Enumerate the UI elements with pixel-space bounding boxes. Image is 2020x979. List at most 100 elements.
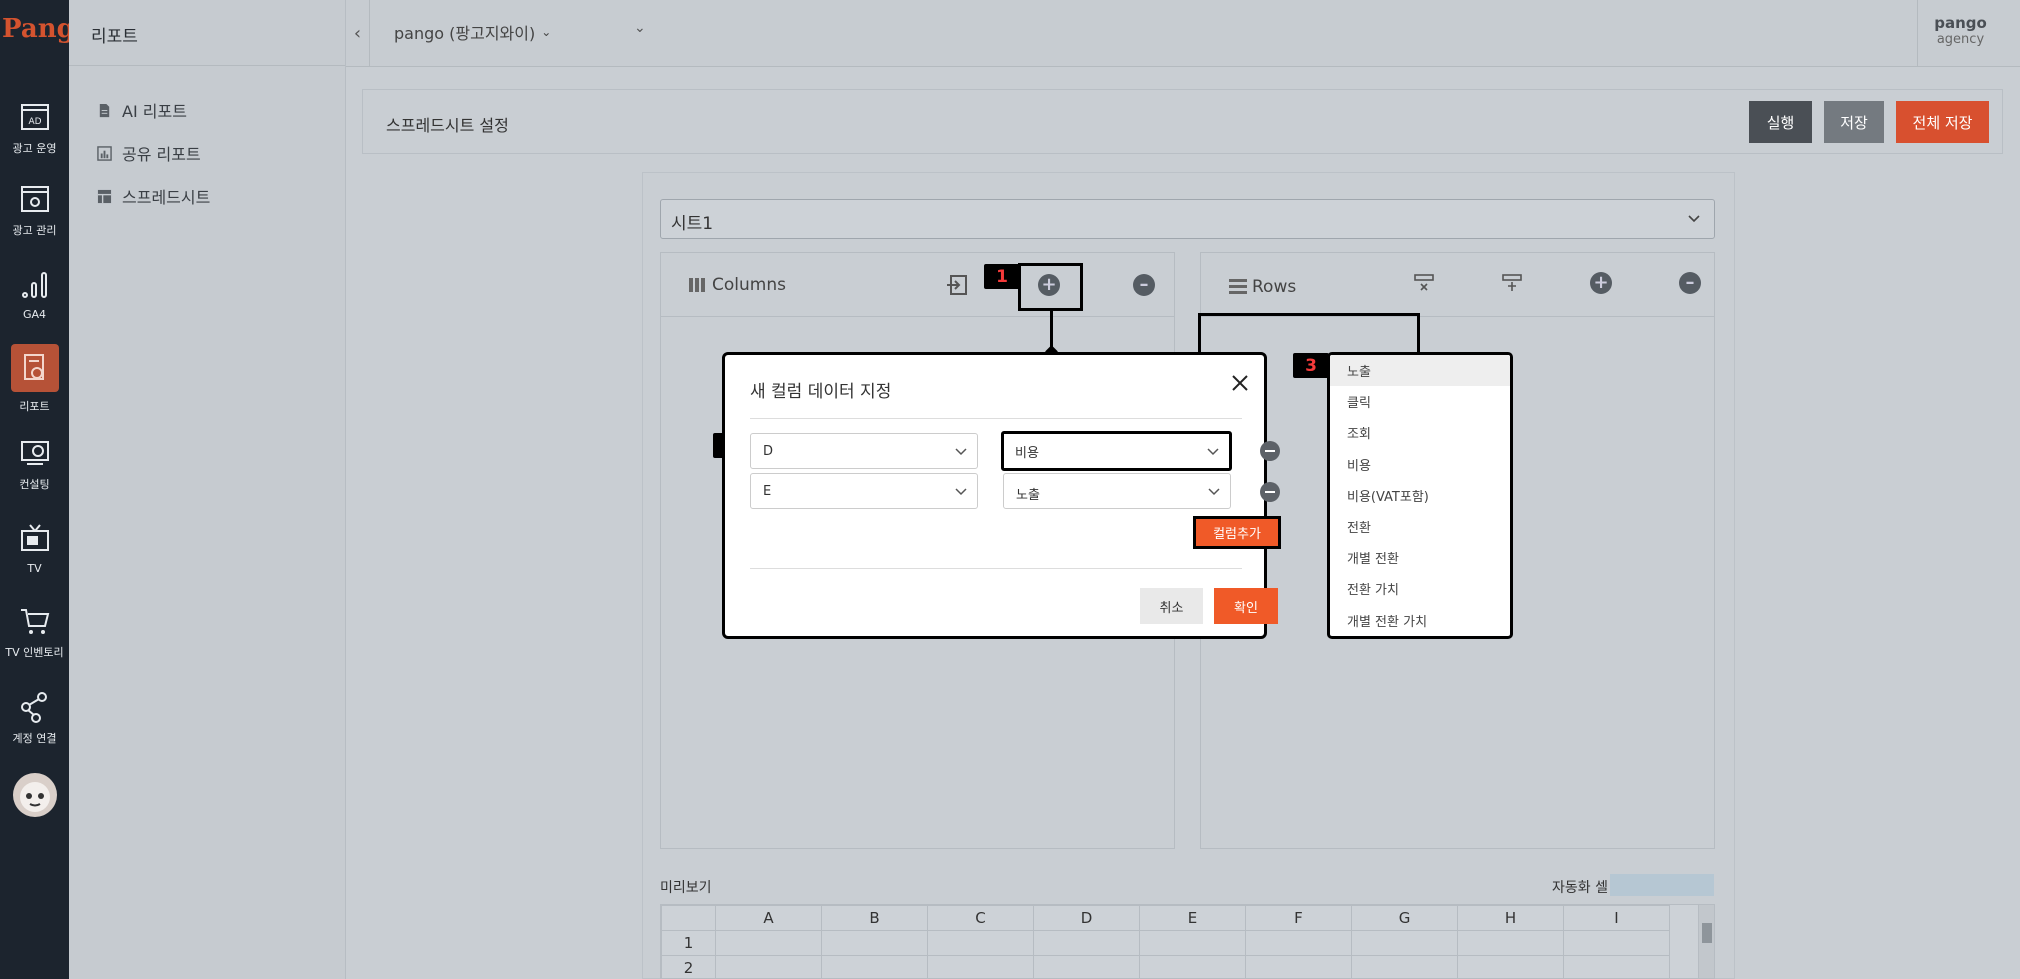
grid-cell[interactable] <box>1245 955 1352 978</box>
remove-column-icon[interactable]: – <box>1133 274 1155 296</box>
icon-rail: Pango AD 광고 운영 광고 관리 GA4 리포트 컨설팅 TV TV 인… <box>0 0 92 979</box>
insert-row-icon[interactable] <box>1502 273 1522 293</box>
connector-line <box>1417 313 1420 353</box>
grid-cell[interactable] <box>1563 955 1670 978</box>
dropdown-option[interactable]: 조회 <box>1330 417 1510 448</box>
column-header[interactable]: C <box>927 905 1034 931</box>
import-icon[interactable] <box>946 275 968 295</box>
column-header[interactable]: D <box>1033 905 1140 931</box>
column-header[interactable]: A <box>715 905 822 931</box>
grid-cell[interactable] <box>1139 930 1246 956</box>
save-button[interactable]: 저장 <box>1824 101 1884 143</box>
grid-cell[interactable] <box>715 930 822 956</box>
remove-row-icon[interactable] <box>1260 482 1280 502</box>
grid-cell[interactable] <box>1563 930 1670 956</box>
column-letter-select[interactable]: E <box>750 473 978 509</box>
metric-value: 비용 <box>1015 446 1039 461</box>
dropdown-option[interactable]: 전환 가치 <box>1330 573 1510 604</box>
svg-text:AD: AD <box>28 117 41 127</box>
top-bar: ‹ pango (팡고지와이) ⌄ ⌄ pango agency <box>346 0 2020 67</box>
metric-select[interactable]: 노출 <box>1003 473 1231 509</box>
account-selector[interactable]: pango (팡고지와이) ⌄ <box>394 20 551 44</box>
collapse-sidebar-button[interactable]: ‹ <box>346 0 370 66</box>
column-header[interactable]: I <box>1563 905 1670 931</box>
row-header[interactable]: 1 <box>661 930 716 956</box>
rail-item-report[interactable]: 리포트 <box>0 344 69 414</box>
save-all-button[interactable]: 전체 저장 <box>1896 101 1989 143</box>
grid-cell[interactable] <box>1245 930 1352 956</box>
sheet-select[interactable]: 시트1 <box>660 199 1715 239</box>
confirm-button[interactable]: 확인 <box>1214 588 1278 624</box>
agency-badge[interactable]: pango agency <box>1917 0 2003 66</box>
column-header[interactable]: G <box>1351 905 1458 931</box>
pango-logo[interactable]: Pango <box>2 14 92 54</box>
preview-grid[interactable]: A B C D E F G H I 1 2 <box>660 904 1715 979</box>
grid-cell[interactable] <box>1457 955 1564 978</box>
grid-cell[interactable] <box>715 955 822 978</box>
add-column-button[interactable]: 컬럼추가 <box>1193 516 1281 549</box>
grid-cell[interactable] <box>927 930 1034 956</box>
dropdown-option[interactable]: 전환 <box>1330 511 1510 542</box>
column-header[interactable]: F <box>1245 905 1352 931</box>
modal-divider <box>750 418 1242 419</box>
rail-item-tv-inventory[interactable]: TV 인벤토리 <box>0 604 69 660</box>
rail-item-ad-management[interactable]: 광고 관리 <box>0 182 69 238</box>
tv-icon <box>20 524 49 551</box>
grid-cell[interactable] <box>1457 930 1564 956</box>
rail-item-tv[interactable]: TV <box>0 522 69 575</box>
remove-row-icon[interactable] <box>1260 441 1280 461</box>
mascot-avatar[interactable] <box>0 770 69 820</box>
link-icon <box>20 692 47 723</box>
rail-item-ga4[interactable]: GA4 <box>0 268 69 321</box>
chevron-down-icon: ⌄ <box>541 25 552 39</box>
column-letter-select[interactable]: D <box>750 433 978 469</box>
brand-sub: agency <box>1936 32 1985 47</box>
rail-item-account-link[interactable]: 계정 연결 <box>0 690 69 746</box>
chevron-down-icon <box>1208 488 1220 496</box>
sidebar-item-spreadsheet[interactable]: 스프레드시트 <box>97 184 210 208</box>
sidebar-title: 리포트 <box>69 0 345 66</box>
document-icon <box>99 103 110 117</box>
remove-row-icon[interactable]: – <box>1679 272 1701 294</box>
page-title: 스프레드시트 설정 <box>386 116 509 135</box>
close-icon[interactable] <box>1228 371 1252 395</box>
rail-item-consulting[interactable]: 컨설팅 <box>0 436 69 492</box>
grid-cell[interactable] <box>1033 955 1140 978</box>
sidebar-item-ai-report[interactable]: AI 리포트 <box>97 98 187 122</box>
grid-cell[interactable] <box>1139 955 1246 978</box>
dropdown-option[interactable]: 개별 전환 <box>1330 542 1510 573</box>
ad-icon: AD <box>20 104 49 130</box>
page-header: 스프레드시트 설정 실행 저장 전체 저장 <box>362 89 2003 154</box>
columns-title-text: Columns <box>712 275 786 295</box>
run-button[interactable]: 실행 <box>1749 101 1812 143</box>
grid-cell[interactable] <box>1351 955 1458 978</box>
dropdown-option[interactable]: 노출 <box>1330 355 1510 387</box>
column-header[interactable]: E <box>1139 905 1246 931</box>
row-header[interactable]: 2 <box>661 955 716 978</box>
add-row-icon[interactable]: + <box>1590 272 1612 294</box>
dropdown-option[interactable]: 비용 <box>1330 449 1510 480</box>
column-header[interactable]: H <box>1457 905 1564 931</box>
grid-cell[interactable] <box>1033 930 1140 956</box>
grid-cell[interactable] <box>821 955 928 978</box>
column-header[interactable]: B <box>821 905 928 931</box>
sidebar-item-shared-report[interactable]: 공유 리포트 <box>97 141 201 165</box>
dropdown-option[interactable]: 개별 전환 가치 <box>1330 605 1510 636</box>
ad-settings-icon <box>20 186 49 212</box>
dropdown-option[interactable]: 비용(VAT포함) <box>1330 480 1510 511</box>
grid-cell[interactable] <box>821 930 928 956</box>
rail-label: 계정 연결 <box>12 732 57 745</box>
grid-scrollbar[interactable] <box>1698 905 1714 978</box>
metric-value: 노출 <box>1016 488 1040 503</box>
dropdown-option[interactable]: 클릭 <box>1330 386 1510 417</box>
grid-cell[interactable] <box>927 955 1034 978</box>
cancel-button[interactable]: 취소 <box>1140 588 1203 624</box>
rail-item-ad-operation[interactable]: AD 광고 운영 <box>0 100 69 156</box>
metric-select[interactable]: 비용 <box>1001 431 1232 471</box>
delete-row-icon[interactable] <box>1414 273 1434 293</box>
scroll-thumb[interactable] <box>1702 923 1712 943</box>
rail-label: 광고 관리 <box>12 224 57 237</box>
rail-label: 컨설팅 <box>19 478 50 491</box>
account-dropdown-caret-icon[interactable]: ⌄ <box>634 20 646 36</box>
grid-cell[interactable] <box>1351 930 1458 956</box>
